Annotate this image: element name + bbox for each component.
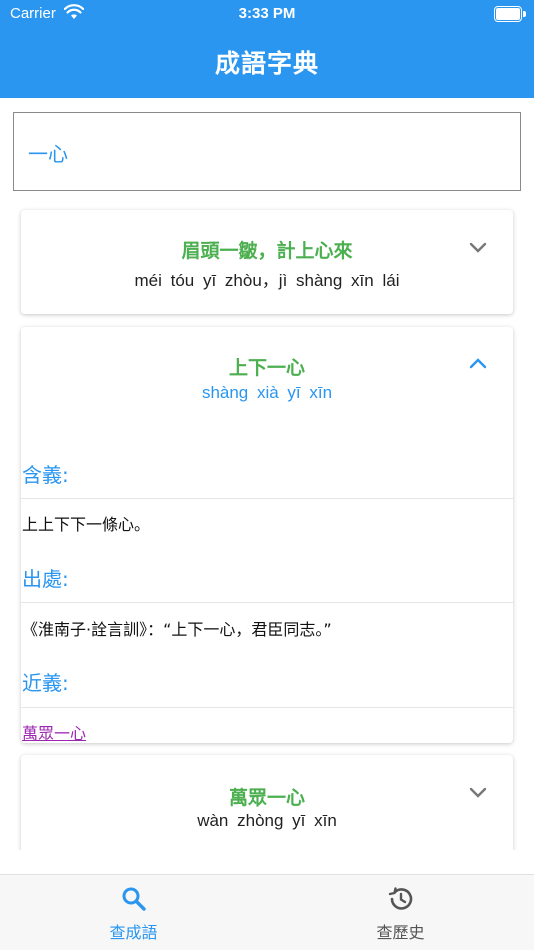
synonym-heading: 近義: (22, 671, 69, 695)
bottom-nav: 查成語 查歷史 (0, 874, 534, 950)
idiom-title: 萬眾一心 (228, 787, 305, 809)
results-list[interactable]: 眉頭一皺，計上心來 méi tóu yī zhòu，jì shàng xīn l… (0, 200, 534, 850)
divider (21, 498, 513, 499)
idiom-pinyin: shàng xià yī xīn (201, 383, 333, 402)
search-icon (122, 887, 146, 911)
result-card[interactable]: 萬眾一心 wàn zhòng yī xīn (21, 755, 513, 850)
chevron-down-icon[interactable] (469, 242, 487, 254)
tab-history[interactable]: 查歷史 (267, 875, 534, 950)
source-heading: 出處: (22, 567, 69, 591)
status-bar: Carrier 3:33 PM (0, 0, 534, 28)
idiom-title: 上下一心 (228, 357, 305, 379)
idiom-pinyin: wàn zhòng yī xīn (197, 811, 337, 830)
result-card[interactable]: 眉頭一皺，計上心來 méi tóu yī zhòu，jì shàng xīn l… (21, 210, 513, 314)
chevron-up-icon[interactable] (469, 357, 487, 369)
meaning-heading: 含義: (22, 463, 69, 487)
source-text: 《淮南子·詮言訓》：“上下一心，君臣同志。” (22, 620, 332, 639)
chevron-down-icon[interactable] (469, 787, 487, 799)
history-icon (388, 887, 413, 910)
tab-label: 查歷史 (376, 923, 425, 942)
battery-icon (494, 6, 526, 22)
tab-label: 查成語 (109, 923, 158, 942)
idiom-pinyin: méi tóu yī zhòu，jì shàng xīn lái (134, 271, 400, 290)
app-bar: Carrier 3:33 PM 成語字典 (0, 0, 534, 98)
divider (21, 707, 513, 708)
page-title: 成語字典 (214, 49, 319, 78)
search-input[interactable] (28, 137, 488, 167)
divider (21, 602, 513, 603)
meaning-text: 上上下下一條心。 (22, 515, 151, 534)
result-card-expanded[interactable]: 上下一心 shàng xià yī xīn 含義: 上上下下一條心。 出處: 《… (21, 327, 513, 743)
tab-search-idiom[interactable]: 查成語 (0, 875, 267, 950)
synonym-link[interactable]: 萬眾一心 (22, 720, 86, 744)
search-field[interactable] (13, 112, 521, 191)
idiom-title: 眉頭一皺，計上心來 (181, 240, 353, 262)
clock: 3:33 PM (238, 5, 296, 22)
